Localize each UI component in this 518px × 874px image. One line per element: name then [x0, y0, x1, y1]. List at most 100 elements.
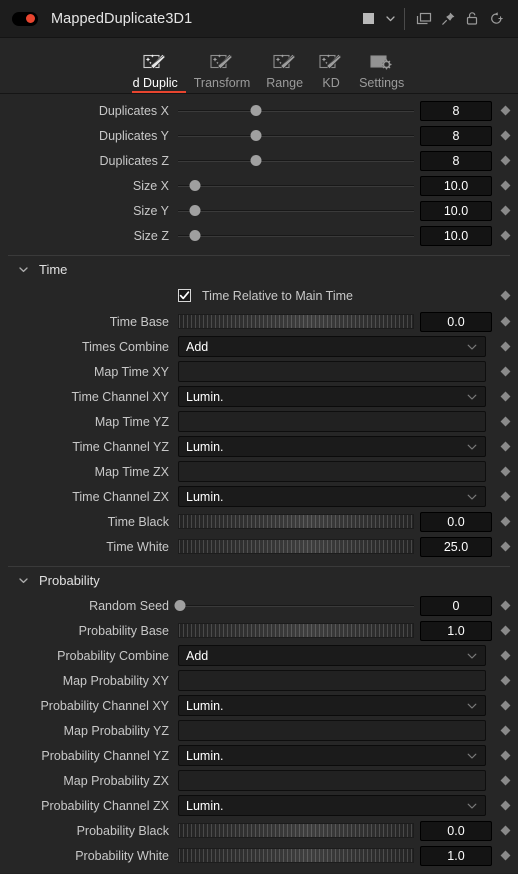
text-input[interactable]: [178, 411, 486, 432]
control-label: Probability Channel XY: [40, 698, 169, 713]
control-row: Time Channel XY Lumin.: [0, 384, 518, 409]
slider-thumb[interactable]: [189, 180, 201, 191]
slider-track[interactable]: [178, 152, 414, 170]
section-header-time[interactable]: Time: [0, 256, 518, 282]
node-enable-toggle[interactable]: [12, 11, 38, 26]
value-input[interactable]: 8: [420, 100, 492, 121]
keyframe-diamond[interactable]: [492, 700, 518, 711]
keyframe-diamond[interactable]: [492, 416, 518, 427]
time-relative-label: Time Relative to Main Time: [202, 288, 353, 303]
value-input[interactable]: 10.0: [420, 200, 492, 221]
dropdown-value: Add: [186, 339, 209, 354]
time-relative-checkbox[interactable]: [178, 289, 191, 302]
text-input[interactable]: [178, 770, 486, 791]
keyframe-diamond[interactable]: [492, 230, 518, 241]
value-input[interactable]: 1.0: [420, 620, 492, 641]
text-input[interactable]: [178, 461, 486, 482]
keyframe-diamond[interactable]: [492, 290, 518, 301]
value-input[interactable]: 0: [420, 595, 492, 616]
control-widget: [178, 411, 492, 432]
keyframe-diamond[interactable]: [492, 825, 518, 836]
value-input[interactable]: 0.0: [420, 311, 492, 332]
value-input[interactable]: 25.0: [420, 536, 492, 557]
keyframe-diamond[interactable]: [492, 750, 518, 761]
keyframe-diamond[interactable]: [492, 441, 518, 452]
slider-track[interactable]: [178, 227, 414, 245]
slider-thumb[interactable]: [250, 130, 262, 141]
reset-history-icon[interactable]: [484, 7, 508, 31]
value-input[interactable]: 0.0: [420, 511, 492, 532]
dropdown-select[interactable]: Lumin.: [178, 745, 486, 766]
tab-4[interactable]: Settings: [351, 38, 412, 93]
dropdown-select[interactable]: Add: [178, 336, 486, 357]
control-label: Time White: [106, 539, 169, 554]
slider-track[interactable]: [174, 597, 414, 615]
tab-0[interactable]: oped Duplic: [131, 38, 186, 93]
keyframe-diamond[interactable]: [492, 516, 518, 527]
lock-open-icon[interactable]: [460, 7, 484, 31]
dropdown-select[interactable]: Add: [178, 645, 486, 666]
value-input[interactable]: 1.0: [420, 845, 492, 866]
keyframe-diamond[interactable]: [492, 205, 518, 216]
keyframe-diamond[interactable]: [492, 850, 518, 861]
keyframe-diamond[interactable]: [492, 466, 518, 477]
slider-thumb[interactable]: [189, 230, 201, 241]
scrub-slider[interactable]: [178, 823, 414, 838]
text-input[interactable]: [178, 720, 486, 741]
slider-thumb[interactable]: [174, 600, 186, 611]
slider-thumb[interactable]: [250, 155, 262, 166]
value-input[interactable]: 0.0: [420, 820, 492, 841]
slider-track[interactable]: [178, 177, 414, 195]
keyframe-diamond[interactable]: [492, 800, 518, 811]
dropdown-select[interactable]: Lumin.: [178, 436, 486, 457]
tab-3[interactable]: KD: [311, 38, 351, 93]
dropdown-value: Lumin.: [186, 698, 224, 713]
section-header-probability[interactable]: Probability: [0, 567, 518, 593]
keyframe-diamond[interactable]: [492, 725, 518, 736]
keyframe-diamond[interactable]: [492, 341, 518, 352]
slider-thumb[interactable]: [189, 205, 201, 216]
tab-1[interactable]: Transform: [186, 38, 259, 93]
keyframe-diamond[interactable]: [492, 775, 518, 786]
text-input[interactable]: [178, 361, 486, 382]
keyframe-diamond[interactable]: [492, 491, 518, 502]
keyframe-diamond[interactable]: [492, 180, 518, 191]
dropdown-select[interactable]: Lumin.: [178, 695, 486, 716]
color-swatch[interactable]: [356, 7, 380, 31]
value-input[interactable]: 10.0: [420, 175, 492, 196]
control-widget: Lumin.: [178, 386, 492, 407]
scrub-slider[interactable]: [178, 514, 414, 529]
chevron-down-icon[interactable]: [380, 7, 400, 31]
text-input[interactable]: [178, 670, 486, 691]
dropdown-select[interactable]: Lumin.: [178, 795, 486, 816]
value-input[interactable]: 8: [420, 150, 492, 171]
keyframe-diamond[interactable]: [492, 105, 518, 116]
keyframe-diamond[interactable]: [492, 650, 518, 661]
control-label: Time Black: [107, 514, 169, 529]
slider-track[interactable]: [178, 202, 414, 220]
duplicate-window-icon[interactable]: [412, 7, 436, 31]
scrub-slider[interactable]: [178, 539, 414, 554]
slider-track[interactable]: [178, 102, 414, 120]
keyframe-diamond[interactable]: [492, 541, 518, 552]
keyframe-diamond[interactable]: [492, 130, 518, 141]
scrub-slider[interactable]: [178, 848, 414, 863]
slider-thumb[interactable]: [250, 105, 262, 116]
keyframe-diamond[interactable]: [492, 600, 518, 611]
pin-icon[interactable]: [436, 7, 460, 31]
scrub-slider[interactable]: [178, 623, 414, 638]
slider-track[interactable]: [178, 127, 414, 145]
value-input[interactable]: 8: [420, 125, 492, 146]
keyframe-diamond[interactable]: [492, 675, 518, 686]
value-input[interactable]: 10.0: [420, 225, 492, 246]
tab-2[interactable]: Range: [258, 38, 311, 93]
dropdown-select[interactable]: Lumin.: [178, 386, 486, 407]
control-widget: 1.0: [178, 845, 492, 866]
keyframe-diamond[interactable]: [492, 625, 518, 636]
scrub-slider[interactable]: [178, 314, 414, 329]
keyframe-diamond[interactable]: [492, 155, 518, 166]
keyframe-diamond[interactable]: [492, 391, 518, 402]
keyframe-diamond[interactable]: [492, 366, 518, 377]
keyframe-diamond[interactable]: [492, 316, 518, 327]
dropdown-select[interactable]: Lumin.: [178, 486, 486, 507]
